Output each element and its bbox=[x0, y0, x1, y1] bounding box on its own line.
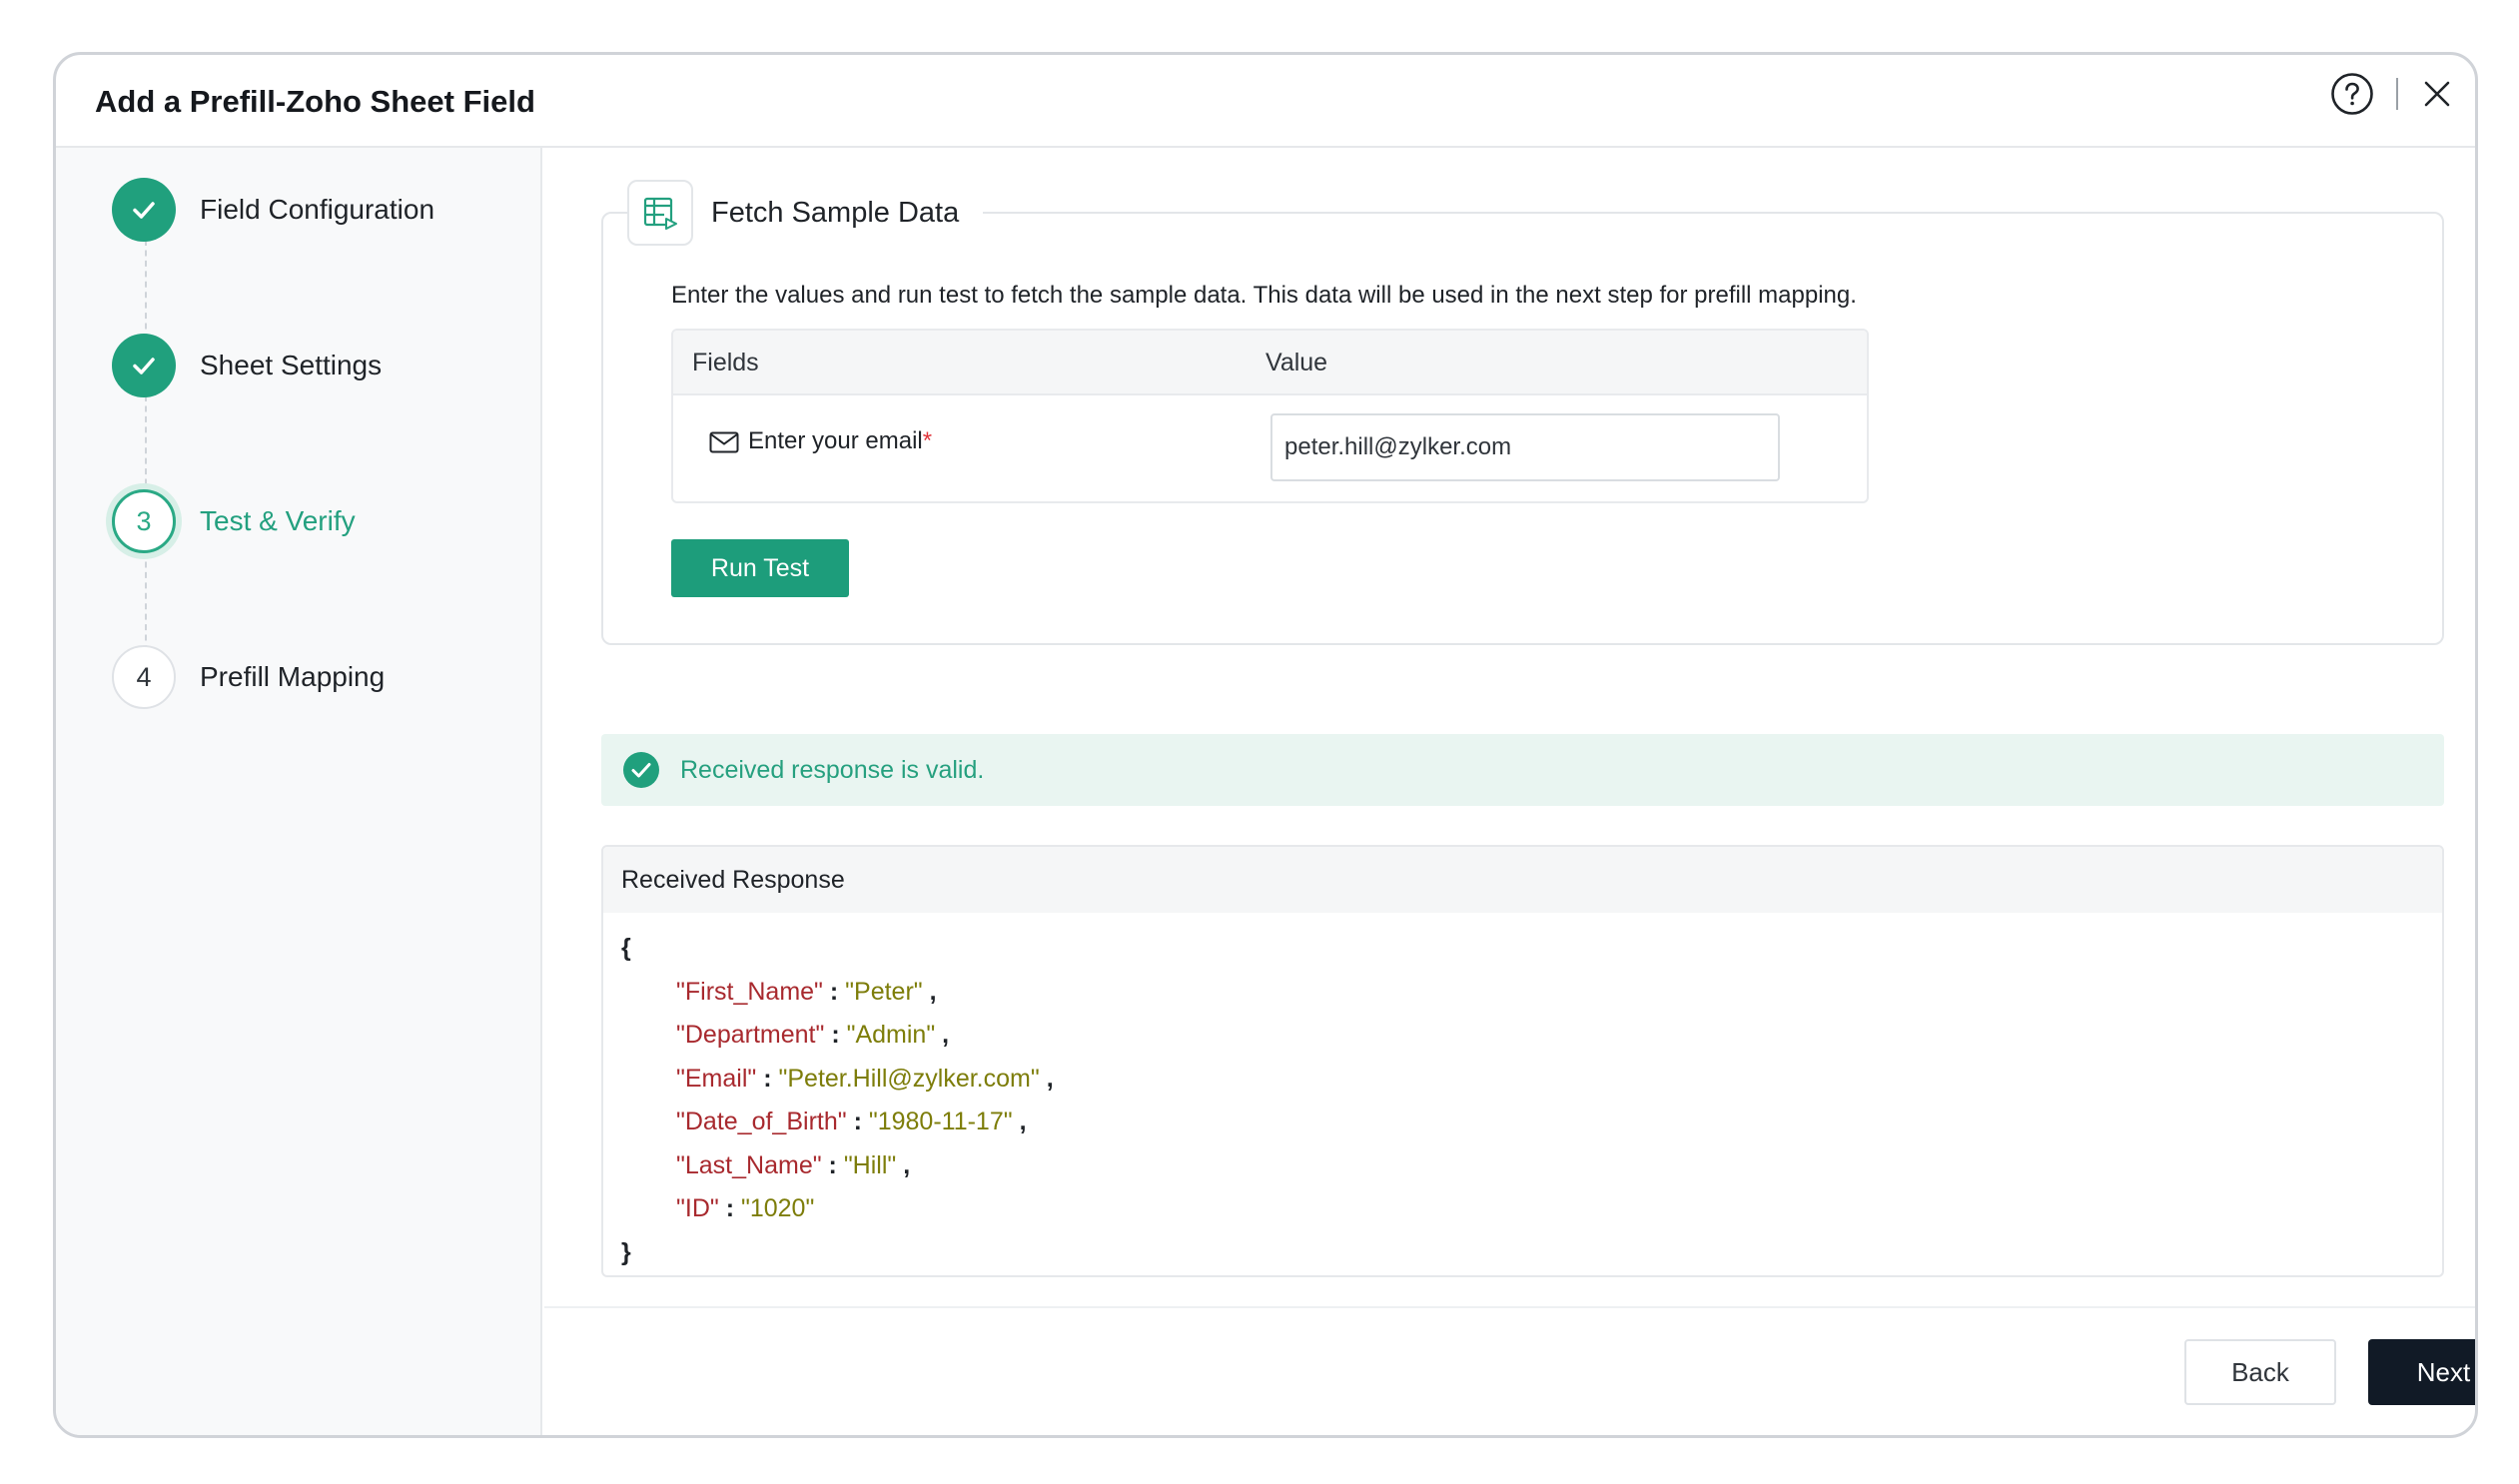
next-button[interactable]: Next bbox=[2368, 1339, 2475, 1405]
json-value: "Peter.Hill@zylker.com" bbox=[778, 1064, 1040, 1093]
success-message: Received response is valid. bbox=[680, 755, 985, 784]
stepper-sidebar: Field Configuration Sheet Settings 3 Tes… bbox=[56, 148, 542, 1435]
dialog-title: Add a Prefill-Zoho Sheet Field bbox=[95, 84, 535, 119]
table-row: Enter your email* bbox=[673, 395, 1867, 501]
mail-icon bbox=[709, 431, 739, 453]
dialog: Add a Prefill-Zoho Sheet Field Field Con… bbox=[53, 52, 2478, 1438]
json-entry: "Email" : "Peter.Hill@zylker.com" , bbox=[676, 1064, 1054, 1093]
step-label: Field Configuration bbox=[200, 194, 435, 225]
question-circle-icon[interactable] bbox=[2330, 72, 2374, 116]
json-open-brace: { bbox=[621, 934, 631, 962]
close-icon[interactable] bbox=[2421, 78, 2453, 110]
json-viewer: { "First_Name" : "Peter" , "Department" … bbox=[621, 927, 1054, 1274]
json-comma: , bbox=[942, 1021, 950, 1049]
json-value: "1020" bbox=[740, 1194, 815, 1222]
step-test-verify[interactable]: 3 Test & Verify bbox=[112, 489, 356, 553]
field-label-text: Enter your email bbox=[748, 427, 923, 454]
json-value: "Hill" bbox=[843, 1150, 897, 1179]
step-label: Test & Verify bbox=[200, 505, 356, 536]
step-number: 3 bbox=[112, 489, 176, 553]
json-value: "1980-11-17" bbox=[868, 1108, 1013, 1135]
step-number: 4 bbox=[112, 645, 176, 709]
fetch-description: Enter the values and run test to fetch t… bbox=[671, 282, 1857, 309]
dialog-header: Add a Prefill-Zoho Sheet Field bbox=[56, 55, 2475, 148]
check-icon bbox=[112, 334, 176, 397]
header-divider bbox=[2396, 78, 2398, 110]
success-banner: Received response is valid. bbox=[601, 734, 2444, 806]
main-content: Fetch Sample Data Enter the values and r… bbox=[544, 148, 2475, 1435]
sheet-icon bbox=[627, 180, 693, 246]
response-title: Received Response bbox=[603, 847, 2442, 913]
json-comma: , bbox=[1019, 1108, 1027, 1135]
step-connector bbox=[145, 240, 147, 340]
json-comma: , bbox=[903, 1150, 911, 1179]
json-key: "First_Name" bbox=[676, 977, 823, 1006]
fetch-sample-data-card: Fetch Sample Data Enter the values and r… bbox=[601, 179, 2444, 645]
fields-table: Fields Value Enter your email* bbox=[671, 329, 1869, 503]
json-entry: "Date_of_Birth" : "1980-11-17" , bbox=[676, 1108, 1027, 1135]
step-connector bbox=[145, 395, 147, 495]
json-key: "Email" bbox=[676, 1064, 757, 1093]
footer-divider bbox=[544, 1306, 2475, 1308]
json-entry: "Department" : "Admin" , bbox=[676, 1021, 950, 1049]
json-value: "Peter" bbox=[845, 977, 923, 1006]
received-response-card: Received Response { "First_Name" : "Pete… bbox=[601, 845, 2444, 1277]
column-header-fields: Fields bbox=[692, 349, 759, 376]
field-label: Enter your email* bbox=[748, 427, 932, 455]
check-icon bbox=[112, 178, 176, 242]
step-field-configuration[interactable]: Field Configuration bbox=[112, 178, 434, 242]
check-circle-icon bbox=[623, 752, 659, 788]
fetch-card-header: Fetch Sample Data bbox=[627, 179, 984, 247]
json-entry: "ID" : "1020" bbox=[676, 1194, 815, 1222]
step-label: Prefill Mapping bbox=[200, 661, 386, 692]
fetch-title: Fetch Sample Data bbox=[711, 196, 960, 229]
json-comma: , bbox=[1046, 1064, 1054, 1093]
step-label: Sheet Settings bbox=[200, 350, 383, 380]
run-test-button[interactable]: Run Test bbox=[671, 539, 849, 597]
json-key: "ID" bbox=[676, 1194, 719, 1222]
required-marker: * bbox=[922, 427, 933, 454]
json-key: "Last_Name" bbox=[676, 1150, 822, 1179]
json-value: "Admin" bbox=[846, 1021, 936, 1049]
json-close-brace: } bbox=[621, 1237, 631, 1266]
step-sheet-settings[interactable]: Sheet Settings bbox=[112, 334, 382, 397]
step-connector bbox=[145, 551, 147, 651]
back-button[interactable]: Back bbox=[2184, 1339, 2336, 1405]
json-key: "Department" bbox=[676, 1021, 825, 1049]
json-entry: "Last_Name" : "Hill" , bbox=[676, 1150, 911, 1179]
json-key: "Date_of_Birth" bbox=[676, 1108, 847, 1135]
column-header-value: Value bbox=[1265, 349, 1328, 376]
json-entry: "First_Name" : "Peter" , bbox=[676, 977, 937, 1006]
email-input[interactable] bbox=[1270, 413, 1780, 481]
json-comma: , bbox=[929, 977, 937, 1006]
step-prefill-mapping[interactable]: 4 Prefill Mapping bbox=[112, 645, 385, 709]
table-header: Fields Value bbox=[673, 331, 1867, 395]
